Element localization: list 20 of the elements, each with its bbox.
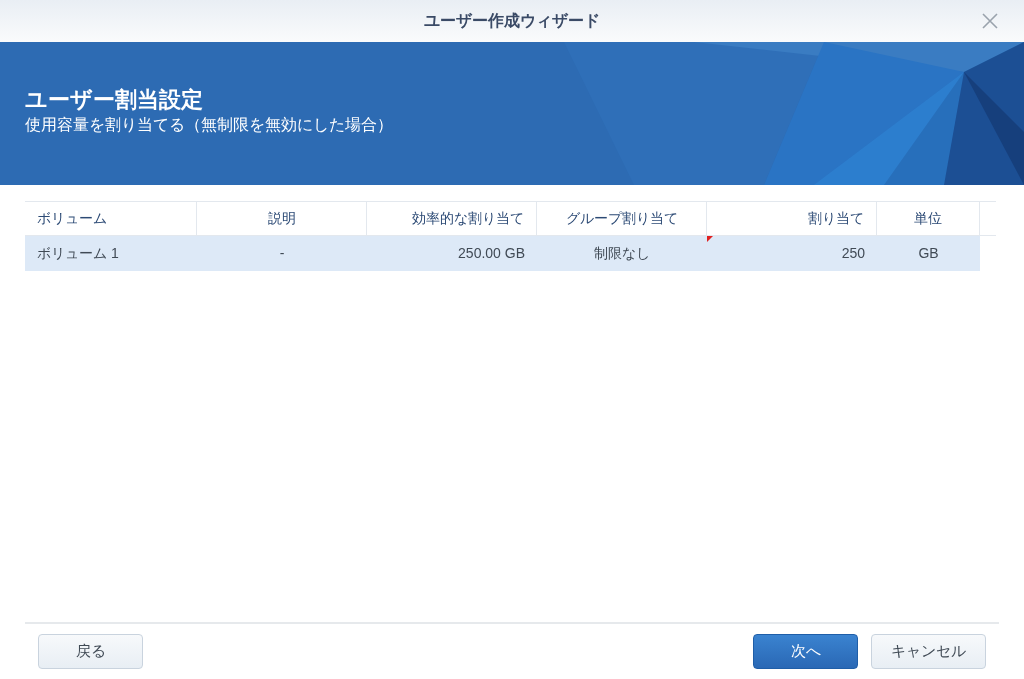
window-title: ユーザー作成ウィザード [424, 11, 600, 31]
table-cell-text: ボリューム 1 [36, 244, 120, 263]
table-cell-text: 250.00 GB [457, 244, 526, 263]
back-button[interactable]: 戻る [38, 634, 143, 669]
cancel-button[interactable]: キャンセル [871, 634, 986, 669]
column-header[interactable]: 割り当て [707, 202, 877, 235]
close-icon[interactable] [982, 13, 998, 29]
column-header[interactable]: 効率的な割り当て [367, 202, 537, 235]
column-header[interactable]: 説明 [197, 202, 367, 235]
table-cell-text: - [278, 244, 286, 263]
table-cell: 250 [707, 236, 877, 271]
column-header[interactable]: 単位 [877, 202, 980, 235]
banner-title: ユーザー割当設定 [25, 85, 204, 114]
next-button[interactable]: 次へ [753, 634, 858, 669]
table-cell-text: 制限なし [593, 244, 651, 263]
column-header[interactable]: グループ割り当て [537, 202, 707, 235]
table-cell-text: GB [917, 244, 940, 263]
table-row[interactable]: ボリューム 1 - 250.00 GB 制限なし 250 GB [25, 236, 980, 271]
banner-subtitle: 使用容量を割り当てる（無制限を無効にした場合） [25, 114, 394, 135]
column-header[interactable]: ボリューム [25, 202, 197, 235]
